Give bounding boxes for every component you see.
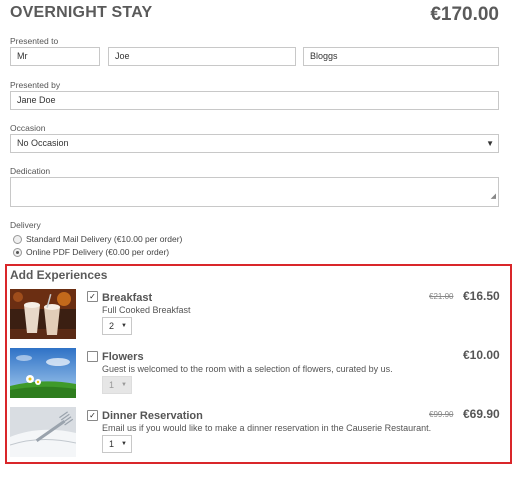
resize-handle-icon[interactable]: ◢ bbox=[491, 188, 496, 205]
dinner-description: Email us if you would like to make a din… bbox=[102, 423, 432, 433]
flowers-name: Flowers bbox=[102, 351, 144, 363]
radio-unselected-icon[interactable] bbox=[13, 234, 22, 244]
title-field[interactable]: Mr bbox=[10, 47, 100, 66]
delivery-option-standard[interactable]: Standard Mail Delivery (€10.00 per order… bbox=[13, 234, 182, 244]
fork-napkin-image bbox=[10, 407, 76, 457]
presented-by-label: Presented by bbox=[10, 80, 61, 90]
dropdown-arrow-icon: ▼ bbox=[121, 382, 127, 388]
dropdown-arrow-icon: ▼ bbox=[121, 323, 127, 329]
occasion-value: No Occasion bbox=[17, 138, 69, 148]
occasion-label: Occasion bbox=[10, 123, 46, 133]
dinner-qty-value: 1 bbox=[109, 439, 115, 449]
dinner-name: Dinner Reservation bbox=[102, 410, 203, 422]
first-name-field[interactable]: Joe bbox=[108, 47, 296, 66]
experiences-title: Add Experiences bbox=[10, 268, 108, 282]
flowers-description: Guest is welcomed to the room with a sel… bbox=[102, 364, 393, 374]
delivery-option-label: Standard Mail Delivery (€10.00 per order… bbox=[26, 234, 183, 244]
flowers-qty-value: 1 bbox=[109, 380, 115, 390]
flowers-checkbox[interactable] bbox=[87, 351, 98, 362]
daisies-sky-image bbox=[10, 348, 76, 398]
dinner-qty-select[interactable]: 1 ▼ bbox=[102, 435, 132, 453]
delivery-option-pdf[interactable]: Online PDF Delivery (€0.00 per order) bbox=[13, 247, 169, 257]
breakfast-qty-value: 2 bbox=[109, 321, 115, 331]
dinner-checkbox[interactable]: ✓ bbox=[87, 410, 98, 421]
delivery-label: Delivery bbox=[10, 220, 41, 230]
last-name-field[interactable]: Bloggs bbox=[303, 47, 499, 66]
dropdown-arrow-icon: ▼ bbox=[486, 139, 494, 148]
flowers-price: €10.00 bbox=[463, 348, 500, 362]
dropdown-arrow-icon: ▼ bbox=[121, 441, 127, 447]
breakfast-price: €16.50 bbox=[463, 289, 500, 303]
flowers-qty-select[interactable]: 1 ▼ bbox=[102, 376, 132, 394]
breakfast-checkbox[interactable]: ✓ bbox=[87, 291, 98, 302]
dinner-old-price: €99.90 bbox=[429, 410, 454, 419]
presented-by-field[interactable]: Jane Doe bbox=[10, 91, 499, 110]
breakfast-description: Full Cooked Breakfast bbox=[102, 305, 191, 315]
presented-to-label: Presented to bbox=[10, 36, 59, 46]
dedication-label: Dedication bbox=[10, 166, 51, 176]
breakfast-old-price: €21.00 bbox=[429, 292, 454, 301]
radio-selected-icon[interactable] bbox=[13, 247, 22, 257]
breakfast-name: Breakfast bbox=[102, 292, 153, 304]
breakfast-qty-select[interactable]: 2 ▼ bbox=[102, 317, 132, 335]
hot-drinks-image bbox=[10, 289, 76, 339]
delivery-option-label: Online PDF Delivery (€0.00 per order) bbox=[26, 247, 170, 257]
page-title: OVERNIGHT STAY bbox=[10, 4, 153, 21]
dinner-price: €69.90 bbox=[463, 407, 500, 421]
dedication-textarea[interactable]: ◢ bbox=[10, 177, 499, 207]
total-price: €170.00 bbox=[430, 4, 499, 25]
occasion-select[interactable]: No Occasion ▼ bbox=[10, 134, 499, 153]
